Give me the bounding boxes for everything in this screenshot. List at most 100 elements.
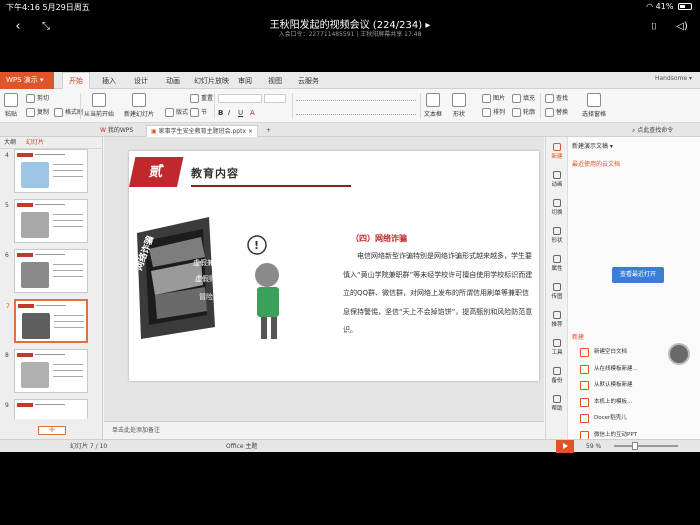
- layout-button[interactable]: 版式: [165, 107, 188, 117]
- close-tab-icon[interactable]: ×: [248, 128, 253, 135]
- alignment-tools[interactable]: [296, 109, 416, 115]
- vtab-tools[interactable]: 工具: [546, 339, 568, 356]
- font-color-button[interactable]: A: [250, 109, 255, 117]
- speaker-icon[interactable]: ◁): [672, 18, 692, 36]
- slide-paragraph: 电信网络新型诈骗特别是网络诈骗形式越来越多，学生要慎入“黄山学院兼职群”等未经学…: [343, 252, 533, 334]
- vtab-upload-image[interactable]: 传图: [546, 283, 568, 300]
- thumbnail-list: 4 5 6 7 8 9: [0, 149, 103, 419]
- layout-icon: [165, 108, 174, 117]
- start-slideshow-button[interactable]: [556, 440, 574, 453]
- font-name-select[interactable]: [218, 94, 262, 103]
- tab-my-wps[interactable]: W 我的WPS: [96, 125, 137, 137]
- slide-thumb-6[interactable]: 6: [5, 249, 88, 293]
- arrange-button[interactable]: 排列: [482, 107, 505, 117]
- notes-area[interactable]: 单击此处添加备注: [104, 421, 544, 439]
- vtab-shape[interactable]: 形状: [546, 227, 568, 244]
- format-painter-button[interactable]: 格式刷: [54, 107, 83, 117]
- tab-slides[interactable]: 幻灯片: [26, 139, 44, 146]
- exclamation-text: !: [254, 239, 259, 252]
- ribbon-divider: [540, 93, 541, 119]
- menu-cloud[interactable]: 云服务: [298, 76, 319, 86]
- shape-button[interactable]: 形状: [452, 93, 466, 118]
- status-time-date: 下午4:16 5月29日周五: [6, 3, 90, 12]
- toolbox-icon: [553, 339, 561, 347]
- ios-status-bar: 下午4:16 5月29日周五 ◠ 41%: [0, 0, 700, 14]
- new-tab-button[interactable]: +: [262, 125, 275, 137]
- vtab-properties[interactable]: 属性: [546, 255, 568, 272]
- menu-insert[interactable]: 插入: [102, 76, 116, 86]
- slide-thumb-5[interactable]: 5: [5, 199, 88, 243]
- command-search[interactable]: ⌕ 点此查找命令: [628, 125, 677, 137]
- current-slide[interactable]: 贰 教育内容 ! 网络诈骗 虚假兼职 虚假购物 冒险求助 （四）网络诈骗 电信网…: [129, 151, 539, 381]
- outline-button[interactable]: 轮廓: [512, 107, 535, 117]
- recent-cloud-docs-label: 最近使用的云文档: [572, 161, 621, 168]
- backup-icon: [553, 367, 561, 375]
- task-pane-tabs: 新建 动画 切换 形状 属性 传图 推荐 工具 备份 帮助: [545, 137, 567, 439]
- menu-view[interactable]: 视图: [268, 76, 282, 86]
- panel-header[interactable]: 新建演示文稿 ▾: [572, 141, 613, 150]
- shape-icon: [553, 227, 561, 235]
- vtab-animation[interactable]: 动画: [546, 171, 568, 188]
- italic-button[interactable]: I: [228, 109, 230, 117]
- replace-button[interactable]: 替换: [545, 107, 568, 117]
- new-from-online-template[interactable]: 从在线模板新建...: [580, 364, 700, 381]
- vtab-transition[interactable]: 切换: [546, 199, 568, 216]
- slide-thumb-9[interactable]: 9: [5, 399, 88, 419]
- camera-switch-icon[interactable]: ⌷: [644, 18, 664, 36]
- tab-current-file[interactable]: ▣ 家事学生安全教育主题班会.pptx ×: [146, 125, 258, 137]
- screen-share-float-button[interactable]: [668, 343, 690, 365]
- new-slide-button[interactable]: 新建幻灯片: [124, 93, 154, 118]
- bold-button[interactable]: B: [218, 109, 223, 117]
- illus-label-2: 虚假购物: [195, 274, 223, 283]
- paste-icon: [4, 93, 18, 107]
- menu-slideshow[interactable]: 幻灯片放映: [194, 76, 229, 86]
- slide-thumb-7-selected[interactable]: 7: [6, 299, 88, 343]
- select-pane-button[interactable]: 选择窗格: [582, 93, 606, 118]
- cut-button[interactable]: 剪切: [26, 93, 49, 103]
- find-button[interactable]: 查找: [545, 93, 568, 103]
- vtab-new[interactable]: 新建: [546, 143, 568, 160]
- slide-counter: 幻灯片 7 / 10: [70, 443, 108, 450]
- section-button[interactable]: 节: [190, 107, 207, 117]
- local-templates[interactable]: 本机上的模板...: [580, 397, 700, 414]
- paragraph-tools[interactable]: [296, 95, 416, 101]
- play-from-current-button[interactable]: 从当前开始: [84, 93, 114, 118]
- menu-start[interactable]: 开始: [62, 72, 90, 89]
- default-template-icon: [580, 381, 589, 390]
- docer[interactable]: Docer稻壳儿: [580, 413, 700, 430]
- font-size-select[interactable]: [264, 94, 286, 103]
- new-from-default-template[interactable]: 从默认模板新建: [580, 380, 700, 397]
- paste-button[interactable]: 粘贴: [4, 93, 18, 118]
- vtab-recommend[interactable]: 推荐: [546, 311, 568, 328]
- vtab-backup[interactable]: 备份: [546, 367, 568, 384]
- zoom-slider[interactable]: [614, 445, 678, 447]
- picture-button[interactable]: 图片: [482, 93, 505, 103]
- slide-thumb-4[interactable]: 4: [5, 149, 88, 193]
- search-icon: [545, 94, 554, 103]
- copy-button[interactable]: 复制: [26, 107, 49, 117]
- properties-icon: [553, 255, 561, 263]
- textbox-button[interactable]: 文本框: [424, 93, 442, 118]
- new-slide-icon: [132, 93, 146, 107]
- menu-design[interactable]: 设计: [134, 76, 148, 86]
- ribbon: 粘贴 剪切 复制 格式刷 从当前开始 新建幻灯片 版式 重置 节 B I U A…: [0, 89, 700, 123]
- arrange-icon: [482, 108, 491, 117]
- view-recent-button[interactable]: 查看最近打开: [612, 267, 664, 283]
- zoom-slider-knob[interactable]: [632, 442, 638, 450]
- fill-button[interactable]: 填充: [512, 93, 535, 103]
- theme-name: Office 主题: [226, 443, 258, 450]
- title-underline: [191, 185, 351, 187]
- tab-outline[interactable]: 大纲: [4, 139, 16, 146]
- vtab-help[interactable]: 帮助: [546, 395, 568, 412]
- fraud-illustration: ! 网络诈骗 虚假兼职 虚假购物 冒险求助: [131, 215, 293, 345]
- textbox-icon: [426, 93, 440, 107]
- reset-button[interactable]: 重置: [190, 93, 213, 103]
- new-icon: [553, 143, 561, 151]
- menu-review[interactable]: 审阅: [238, 76, 252, 86]
- user-account[interactable]: Handsome ▾: [655, 75, 692, 82]
- menu-animation[interactable]: 动画: [166, 76, 180, 86]
- add-slide-button[interactable]: +: [38, 426, 66, 435]
- slide-thumb-8[interactable]: 8: [5, 349, 88, 393]
- underline-button[interactable]: U: [238, 109, 243, 117]
- wps-menu-button[interactable]: WPS 演示 ▾: [0, 72, 54, 89]
